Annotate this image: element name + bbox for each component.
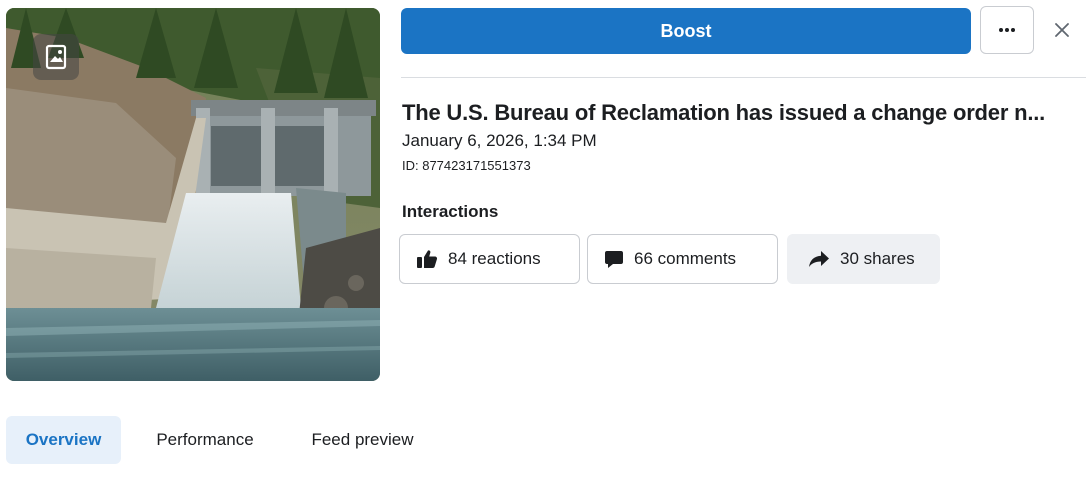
- shares-label: 30 shares: [840, 249, 915, 268]
- post-thumbnail[interactable]: [6, 8, 380, 381]
- boost-button[interactable]: Boost: [401, 8, 971, 54]
- interactions-heading: Interactions: [402, 202, 499, 221]
- close-button[interactable]: [1046, 14, 1078, 46]
- shares-button[interactable]: 30 shares: [787, 234, 940, 284]
- photo-type-icon: [33, 34, 79, 80]
- comment-icon: [605, 251, 623, 268]
- post-id: ID: 877423171551373: [402, 158, 531, 173]
- more-options-button[interactable]: [980, 6, 1034, 54]
- comments-label: 66 comments: [634, 249, 737, 268]
- reactions-button[interactable]: 84 reactions: [399, 234, 580, 284]
- comments-button[interactable]: 66 comments: [587, 234, 778, 284]
- post-title: The U.S. Bureau of Reclamation has issue…: [402, 100, 1046, 125]
- tab-feed-preview[interactable]: Feed preview: [290, 416, 435, 464]
- header-divider: [401, 77, 1086, 78]
- tab-overview[interactable]: Overview: [6, 416, 121, 464]
- thumbs-up-icon: [417, 250, 438, 268]
- reactions-label: 84 reactions: [448, 249, 541, 268]
- ellipsis-icon: [999, 28, 1015, 32]
- close-icon: [1055, 23, 1069, 37]
- tab-performance[interactable]: Performance: [136, 416, 274, 464]
- share-arrow-icon: [809, 251, 829, 267]
- post-date: January 6, 2026, 1:34 PM: [402, 131, 597, 150]
